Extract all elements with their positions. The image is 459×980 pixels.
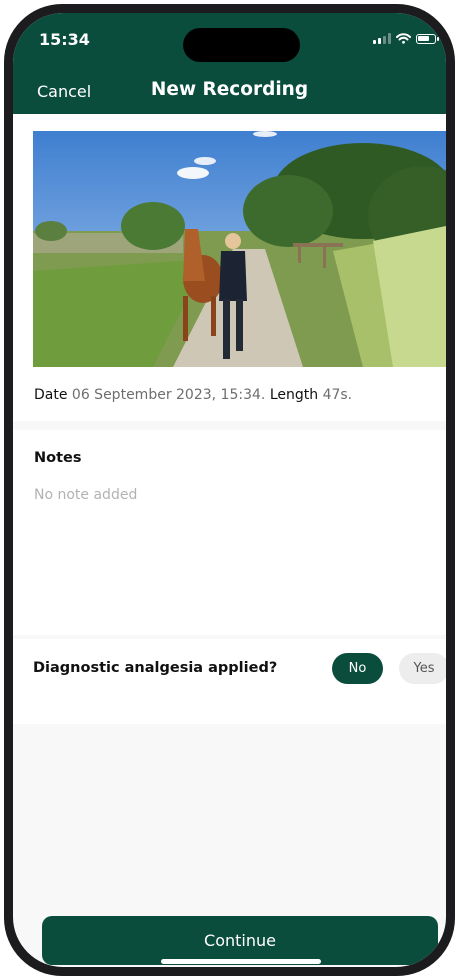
length-value: 47s. (322, 387, 353, 403)
signal-icon (373, 33, 391, 44)
recording-thumbnail[interactable] (33, 131, 446, 367)
status-time: 15:34 (39, 30, 90, 49)
date-value: 06 September 2023, 15:34. (71, 387, 266, 403)
battery-icon (416, 33, 439, 44)
dynamic-island (183, 28, 300, 62)
diagnostic-no-button[interactable]: No (332, 653, 383, 684)
date-label: Date (34, 387, 68, 403)
length-label: Length (269, 387, 319, 403)
screen: 15:34 Cancel New Recording Date 06 Septe… (13, 13, 446, 967)
notes-placeholder: No note added (34, 487, 138, 503)
diagnostic-section: Diagnostic analgesia applied? No Yes (13, 639, 446, 724)
app-header: 15:34 Cancel New Recording (13, 13, 446, 114)
phone-frame: 15:34 Cancel New Recording Date 06 Septe… (4, 4, 455, 976)
page-title: New Recording (150, 79, 309, 100)
recording-meta: Date 06 September 2023, 15:34. Length 47… (34, 387, 352, 403)
continue-button[interactable]: Continue (42, 916, 438, 965)
recording-thumbnail-image (33, 131, 446, 367)
diagnostic-yes-button[interactable]: Yes (399, 653, 446, 684)
notes-title: Notes (34, 450, 82, 466)
home-indicator (161, 959, 321, 964)
recording-card: Date 06 September 2023, 15:34. Length 47… (13, 114, 446, 421)
wifi-icon (396, 33, 411, 44)
diagnostic-question: Diagnostic analgesia applied? (33, 660, 278, 676)
status-icons (373, 33, 439, 44)
notes-section[interactable]: Notes No note added (13, 430, 446, 635)
